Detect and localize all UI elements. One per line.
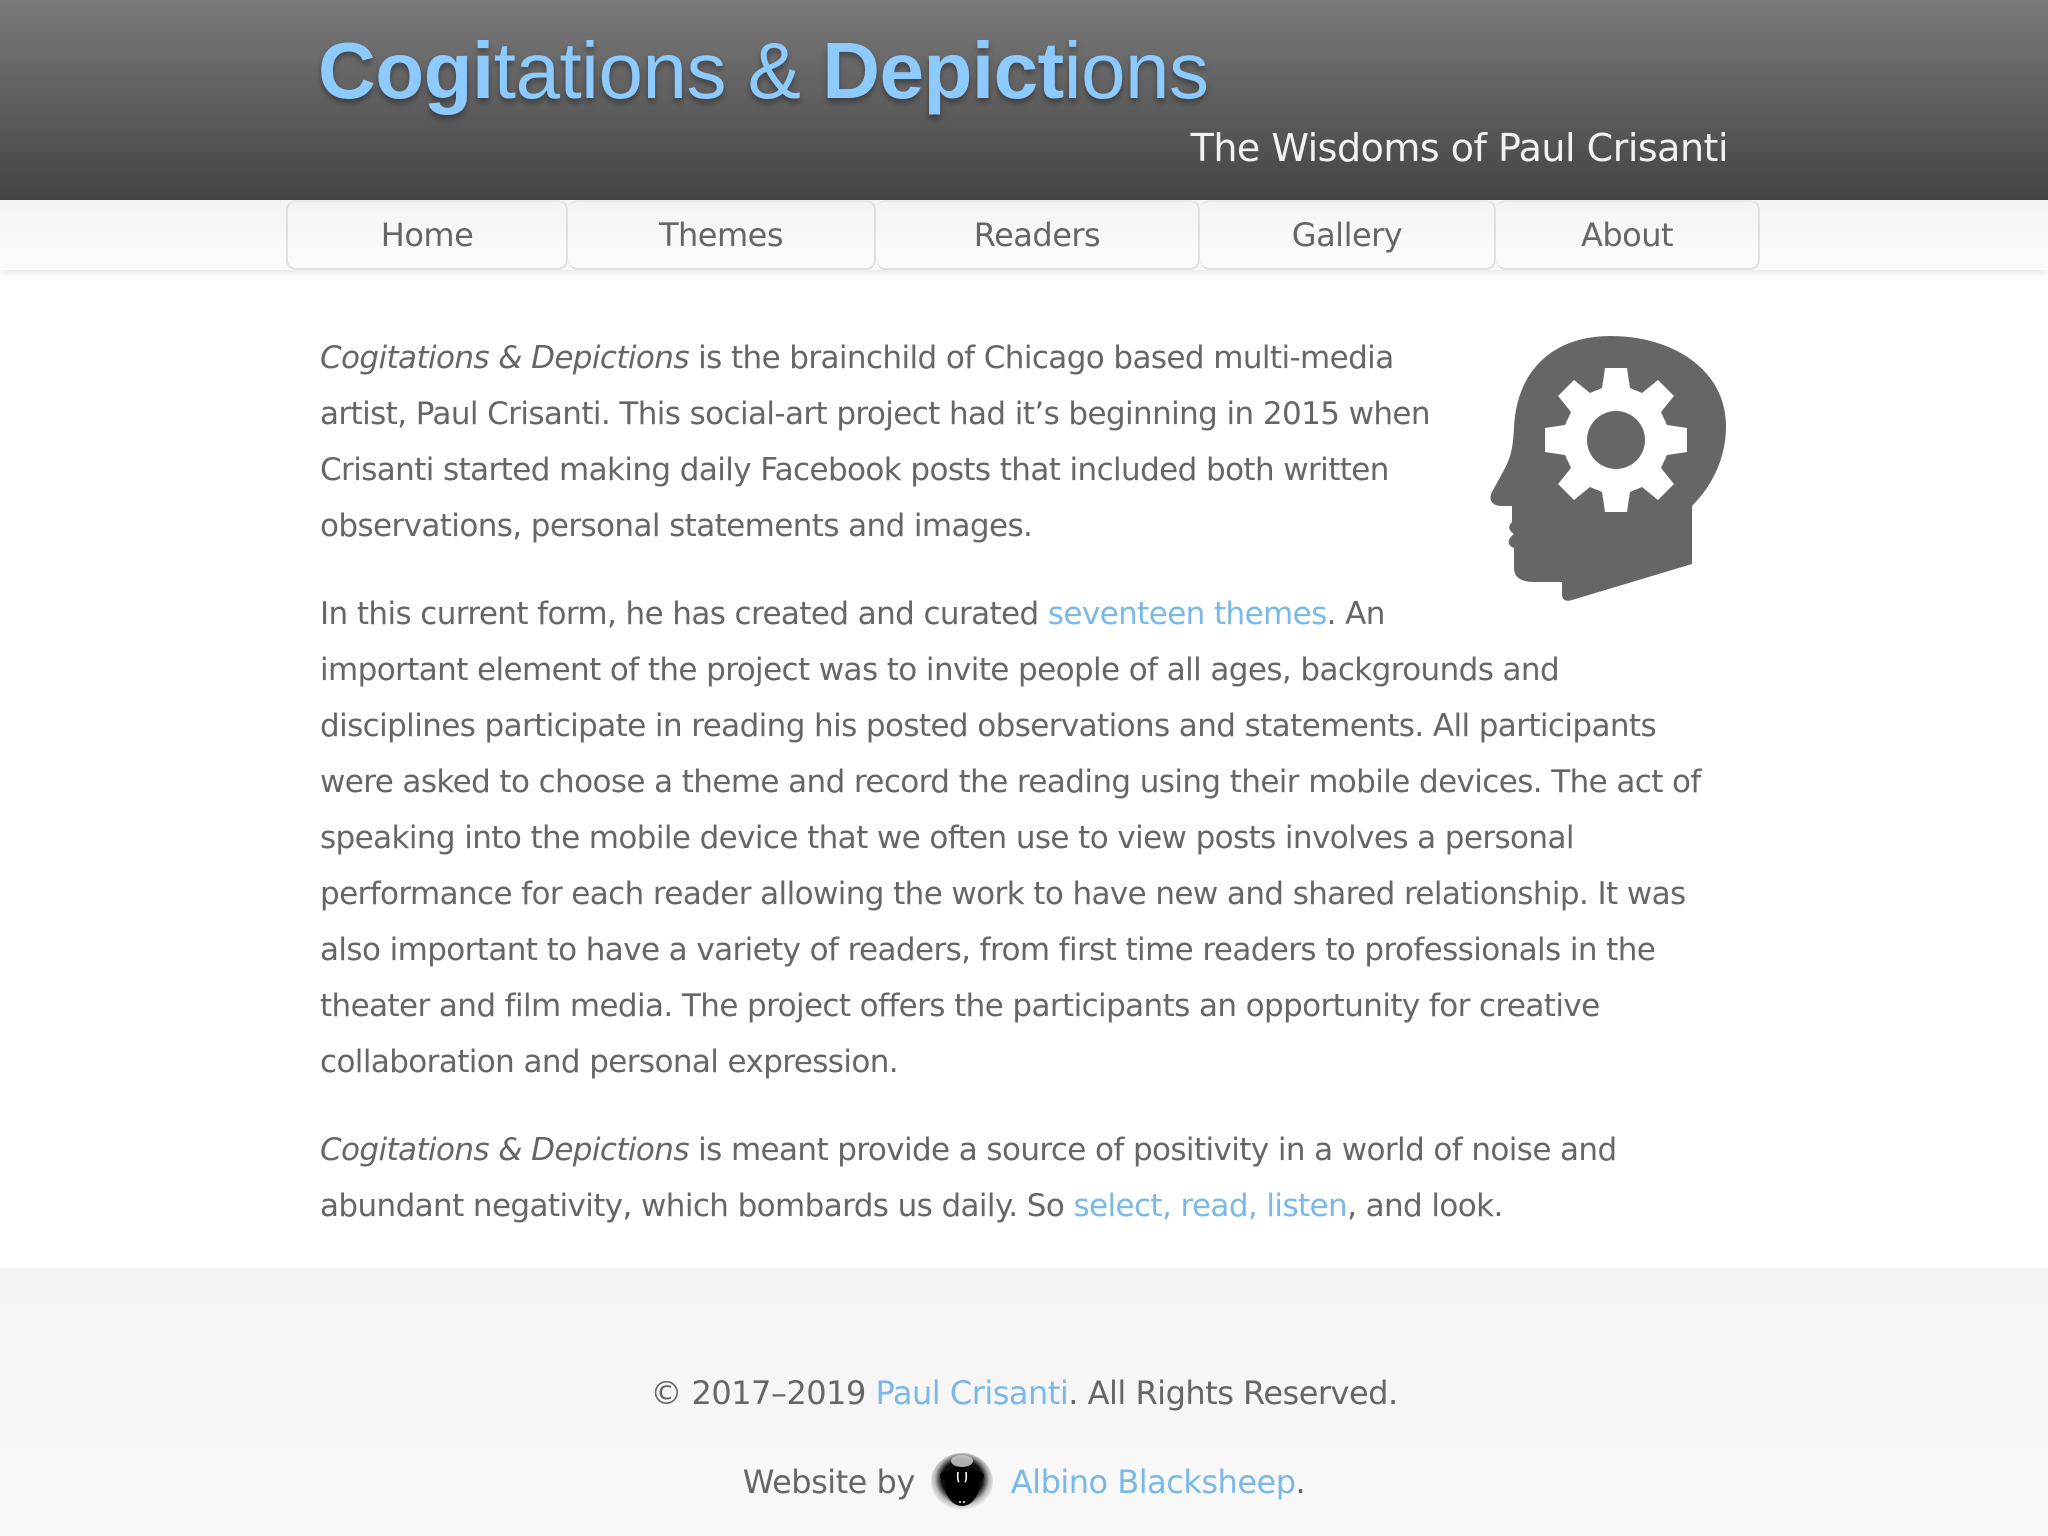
website-credit: Website by Albino Blacksheep.	[0, 1452, 2048, 1512]
nav-item-about[interactable]: About	[1496, 200, 1760, 270]
paragraph-text: In this current form, he has created and…	[320, 596, 1048, 632]
select-read-listen-link[interactable]: select, read, listen	[1073, 1188, 1347, 1224]
site-header: Cogitations & Depictions The Wisdoms of …	[0, 0, 2048, 200]
main-nav: Home Themes Readers Gallery About	[0, 200, 2048, 270]
head-gear-icon	[1490, 336, 1726, 601]
project-name: Cogitations & Depictions	[320, 340, 689, 376]
nav-list: Home Themes Readers Gallery About	[286, 200, 1760, 270]
project-name: Cogitations & Depictions	[320, 1132, 689, 1168]
seventeen-themes-link[interactable]: seventeen themes	[1048, 596, 1327, 632]
paul-crisanti-link[interactable]: Paul Crisanti	[876, 1374, 1069, 1412]
paragraph-text: , and look.	[1347, 1188, 1503, 1224]
title-segment: ions	[1063, 26, 1209, 115]
site-title[interactable]: Cogitations & Depictions	[318, 26, 1209, 116]
credit-suffix: .	[1295, 1463, 1306, 1501]
copyright-prefix: © 2017–2019	[650, 1374, 876, 1412]
closing-paragraph: Cogitations & Depictions is meant provid…	[320, 1122, 1720, 1234]
title-segment: tations &	[493, 26, 823, 115]
nav-item-readers[interactable]: Readers	[876, 200, 1200, 270]
nav-item-themes[interactable]: Themes	[568, 200, 876, 270]
credit-prefix: Website by	[742, 1463, 915, 1501]
title-segment: t	[1037, 26, 1065, 115]
title-segment: Depic	[822, 26, 1038, 115]
themes-paragraph: In this current form, he has created and…	[320, 586, 1720, 1090]
nav-item-gallery[interactable]: Gallery	[1200, 200, 1496, 270]
black-sheep-logo-icon[interactable]	[929, 1452, 995, 1512]
title-segment: gi	[423, 26, 495, 115]
site-tagline: The Wisdoms of Paul Crisanti	[1190, 126, 1729, 170]
albino-blacksheep-link[interactable]: Albino Blacksheep	[1011, 1452, 1296, 1512]
copyright-suffix: . All Rights Reserved.	[1068, 1374, 1398, 1412]
title-segment: Co	[318, 26, 424, 115]
nav-item-home[interactable]: Home	[286, 200, 568, 270]
site-footer: © 2017–2019 Paul Crisanti. All Rights Re…	[0, 1268, 2048, 1536]
main-content: Cogitations & Depictions is the brainchi…	[320, 330, 1726, 1266]
paragraph-text: . An important element of the project wa…	[320, 596, 1701, 1080]
copyright: © 2017–2019 Paul Crisanti. All Rights Re…	[0, 1368, 2048, 1418]
